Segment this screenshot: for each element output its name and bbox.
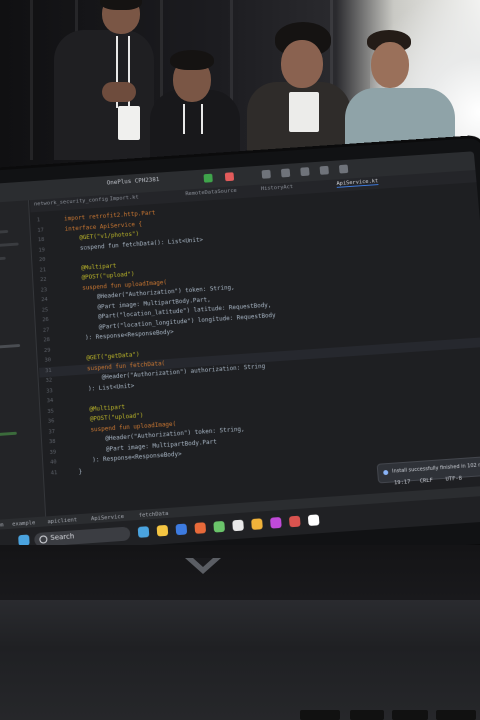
stop-icon[interactable]	[224, 172, 235, 182]
line-number: 18	[37, 237, 45, 244]
code-line[interactable]: @Multipart	[75, 403, 125, 413]
person-right-center	[245, 20, 355, 162]
line-number: 28	[43, 337, 51, 344]
code-line[interactable]: @POST("upload")	[67, 271, 134, 282]
line-number: 39	[49, 449, 57, 456]
breadcrumb-item[interactable]: com	[0, 522, 4, 529]
line-number: 29	[43, 347, 51, 354]
line-number: 41	[50, 469, 58, 477]
lanyard	[201, 104, 203, 134]
keyboard-key	[350, 710, 384, 720]
editor-tab[interactable]: ApiService.kt	[336, 178, 379, 188]
taskbar-app-icon[interactable]	[307, 514, 320, 526]
taskbar-app-icon[interactable]	[213, 520, 226, 533]
taskbar-app-icon[interactable]	[194, 522, 207, 534]
taskbar-app-icon[interactable]	[288, 515, 301, 528]
laptop-base	[0, 600, 480, 720]
chevron-cutout	[193, 558, 213, 567]
status-encoding[interactable]: UTF-8	[445, 476, 462, 483]
code-line[interactable]: }	[78, 468, 82, 475]
white-shirt	[289, 92, 319, 132]
line-number: 27	[42, 327, 50, 334]
person-hands	[102, 82, 136, 102]
taskbar-app-icon[interactable]	[137, 526, 150, 538]
line-number: 21	[39, 266, 47, 274]
id-badge	[118, 106, 140, 140]
line-number: 34	[46, 397, 54, 405]
line-number: 1	[36, 217, 41, 224]
line-number: 37	[48, 428, 56, 435]
status-line-separator[interactable]: CRLF	[420, 478, 434, 485]
line-number: 40	[50, 459, 57, 466]
tree-item[interactable]	[0, 344, 21, 350]
settings-icon[interactable]	[338, 164, 349, 174]
line-number: 36	[47, 418, 55, 425]
laptop-lid: OnePlus CPH2381 network_security_config I…	[0, 137, 480, 579]
line-number: 19	[38, 246, 46, 254]
line-number: 35	[47, 408, 55, 415]
taskbar-app-icon[interactable]	[175, 523, 188, 536]
code-line[interactable]: @Multipart	[67, 262, 117, 272]
status-time: 19:17	[393, 479, 411, 487]
person-left	[50, 0, 160, 160]
line-number: 30	[44, 357, 52, 364]
photo-scene: OnePlus CPH2381 network_security_config I…	[0, 0, 480, 720]
person-head	[281, 40, 323, 88]
line-number: 26	[42, 316, 49, 324]
taskbar-search[interactable]: Search	[34, 526, 131, 548]
person-center	[145, 40, 245, 170]
run-device-selector[interactable]: OnePlus CPH2381	[107, 176, 160, 186]
taskbar-app-icon[interactable]	[251, 518, 263, 530]
line-number: 24	[41, 296, 48, 304]
tree-item[interactable]	[0, 230, 9, 235]
lanyard	[183, 104, 185, 134]
keyboard-key	[300, 710, 340, 720]
tree-item[interactable]	[0, 256, 6, 262]
taskbar-app-icon[interactable]	[156, 524, 169, 537]
line-number: 33	[46, 387, 53, 395]
keyboard-key	[392, 710, 428, 720]
editor-tab[interactable]: HistoryAct	[261, 184, 294, 192]
line-number: 31	[44, 367, 52, 374]
person-head	[371, 42, 409, 88]
toast-text: Install successfully finished in 102 ms	[391, 462, 480, 475]
tree-item[interactable]	[0, 242, 19, 249]
device-manager-icon[interactable]	[280, 168, 291, 178]
line-number: 38	[48, 438, 56, 446]
sync-icon[interactable]	[261, 169, 271, 179]
line-number: 25	[41, 306, 49, 314]
line-number: 17	[37, 227, 45, 234]
code-line[interactable]: @POST("upload")	[75, 412, 144, 423]
line-number: 23	[40, 286, 48, 294]
editor-tab[interactable]: RemoteDataSource	[185, 188, 237, 197]
taskbar-app-icon[interactable]	[270, 516, 282, 529]
tree-item[interactable]	[0, 431, 17, 437]
search-label: Search	[50, 532, 75, 542]
laptop-screen: OnePlus CPH2381 network_security_config I…	[0, 151, 480, 545]
info-icon	[383, 469, 389, 476]
person-right	[345, 28, 455, 168]
editor-tab[interactable]: network_security_config	[34, 197, 108, 208]
editor-tab[interactable]: Import.kt	[110, 195, 139, 203]
line-number: 22	[39, 276, 47, 284]
keyboard-key	[436, 710, 476, 720]
run-icon[interactable]	[203, 173, 213, 183]
search-icon	[39, 535, 48, 544]
taskbar-app-icon[interactable]	[232, 519, 244, 532]
profiler-icon[interactable]	[300, 167, 310, 177]
line-number: 32	[45, 377, 53, 384]
curtain-fold	[30, 0, 33, 160]
code-line[interactable]: ): List<Unit>	[74, 382, 135, 393]
person-hair	[170, 50, 214, 70]
search-everywhere-icon[interactable]	[319, 165, 329, 175]
line-number: 20	[38, 256, 46, 264]
